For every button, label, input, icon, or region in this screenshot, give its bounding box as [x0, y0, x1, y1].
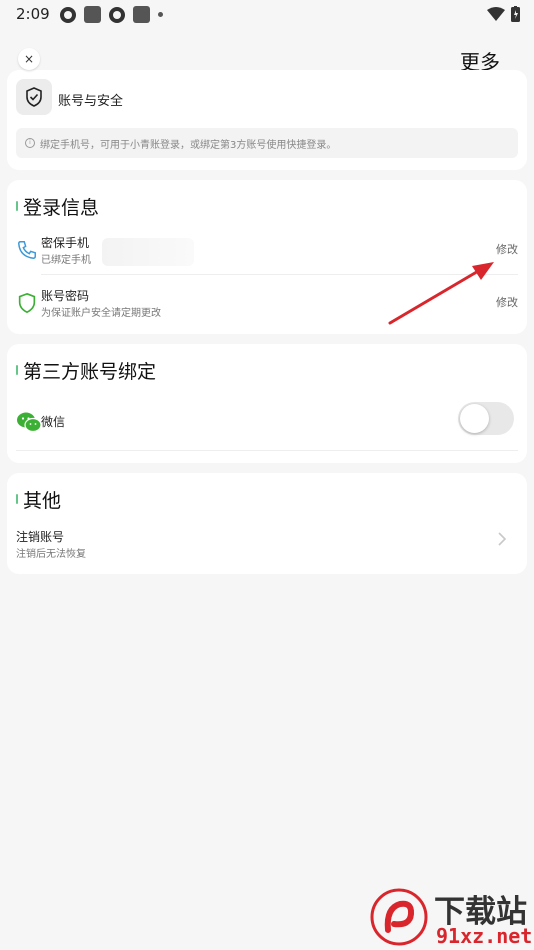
notification-icons: [60, 6, 163, 23]
row-divider: [16, 450, 518, 451]
row-divider: [41, 274, 518, 275]
other-title: 其他: [23, 490, 62, 512]
other-card: 其他 注销账号 注销后无法恢复: [7, 473, 527, 574]
battery-icon: [511, 6, 520, 22]
section-accent-bar: [16, 494, 18, 504]
security-phone-title: 密保手机: [41, 236, 90, 250]
third-party-binding-card: 第三方账号绑定 微信: [7, 344, 527, 463]
app-notification-icon: [133, 6, 150, 23]
login-info-card: 登录信息 密保手机 已绑定手机 修改 账号密码 为保证账户安全请定期更改 修改: [7, 180, 527, 334]
toggle-knob: [460, 404, 489, 433]
cancel-account-title[interactable]: 注销账号: [16, 528, 64, 545]
app-notification-icon: [60, 6, 76, 23]
more-notifications-icon: [158, 12, 163, 17]
bind-hint-box: i 绑定手机号，可用于小青账登录，或绑定第3方账号使用快捷登录。: [16, 128, 518, 158]
wechat-icon: [17, 412, 42, 433]
app-notification-icon: [84, 6, 101, 23]
account-security-title: 账号与安全: [58, 94, 124, 109]
wifi-icon: [487, 7, 505, 21]
watermark-logo: [370, 888, 428, 946]
close-button[interactable]: ×: [18, 48, 40, 70]
site-watermark: 下载站 91xz.net: [366, 884, 534, 950]
section-accent-bar: [16, 201, 18, 211]
edit-phone-link[interactable]: 修改: [496, 241, 518, 257]
section-accent-bar: [16, 365, 18, 375]
third-party-title: 第三方账号绑定: [23, 361, 157, 383]
security-phone-subtitle: 已绑定手机: [41, 255, 91, 266]
shield-icon: [18, 292, 36, 314]
wechat-label: 微信: [41, 415, 66, 429]
shield-check-icon: [16, 79, 52, 115]
info-icon: i: [25, 138, 35, 148]
password-title: 账号密码: [41, 289, 90, 303]
watermark-url: 91xz.net: [436, 924, 533, 948]
chevron-right-icon[interactable]: [494, 531, 510, 547]
status-time: 2:09: [16, 5, 50, 23]
close-icon: ×: [23, 52, 35, 66]
password-subtitle: 为保证账户安全请定期更改: [41, 308, 161, 319]
login-info-title: 登录信息: [23, 197, 100, 219]
account-security-card: 账号与安全 i 绑定手机号，可用于小青账登录，或绑定第3方账号使用快捷登录。: [7, 70, 527, 170]
cancel-account-subtitle: 注销后无法恢复: [16, 549, 86, 560]
phone-icon: [18, 241, 36, 259]
status-bar: 2:09: [0, 0, 534, 30]
masked-phone-number: [102, 238, 194, 266]
system-icons: [487, 6, 520, 22]
wechat-binding-toggle[interactable]: [458, 402, 514, 435]
bind-hint-text: 绑定手机号，可用于小青账登录，或绑定第3方账号使用快捷登录。: [40, 139, 337, 151]
edit-password-link[interactable]: 修改: [496, 294, 518, 310]
app-notification-icon: [109, 6, 125, 23]
